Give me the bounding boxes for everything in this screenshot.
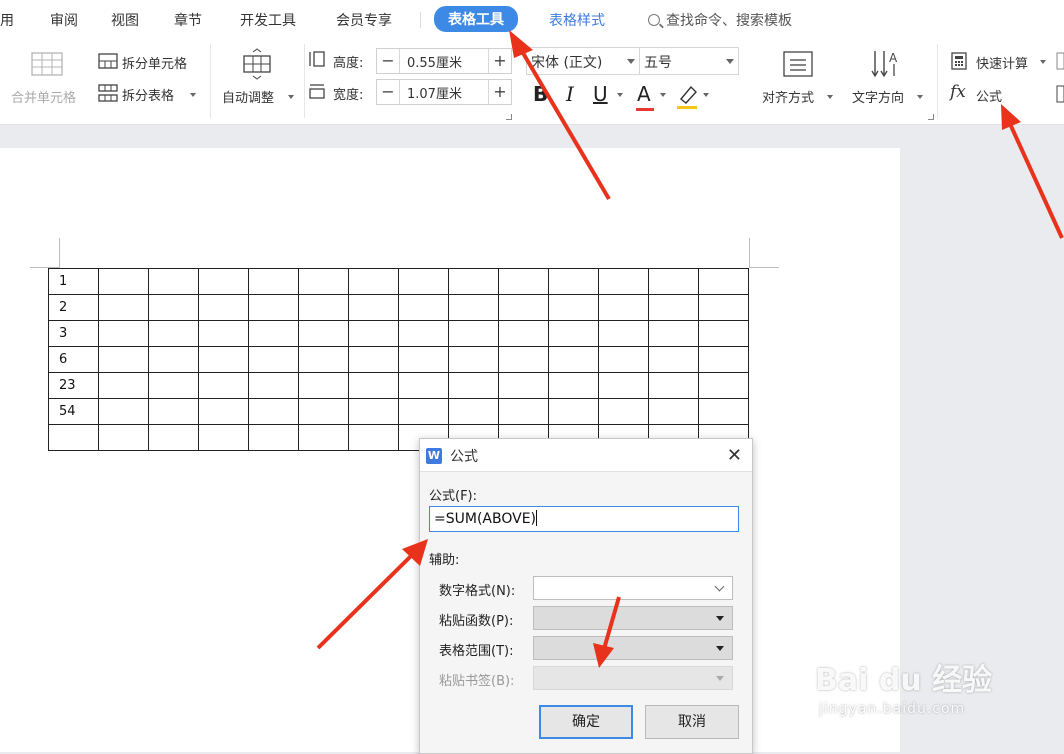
arrow-head xyxy=(509,30,533,58)
baidu-watermark: Bai du 经验 jingyan.baidu.com xyxy=(815,655,993,717)
watermark-brand: Bai du 经验 xyxy=(815,663,993,698)
annotation-arrows xyxy=(316,30,1064,668)
arrow-to-formula-input xyxy=(316,553,414,650)
arrow-to-formula-button xyxy=(1009,125,1064,239)
arrow-head xyxy=(1001,104,1021,130)
arrow-to-table-tools xyxy=(521,51,611,201)
arrow-to-dropdowns xyxy=(602,596,621,650)
watermark-site: jingyan.baidu.com xyxy=(819,701,966,717)
arrow-head xyxy=(593,643,614,668)
